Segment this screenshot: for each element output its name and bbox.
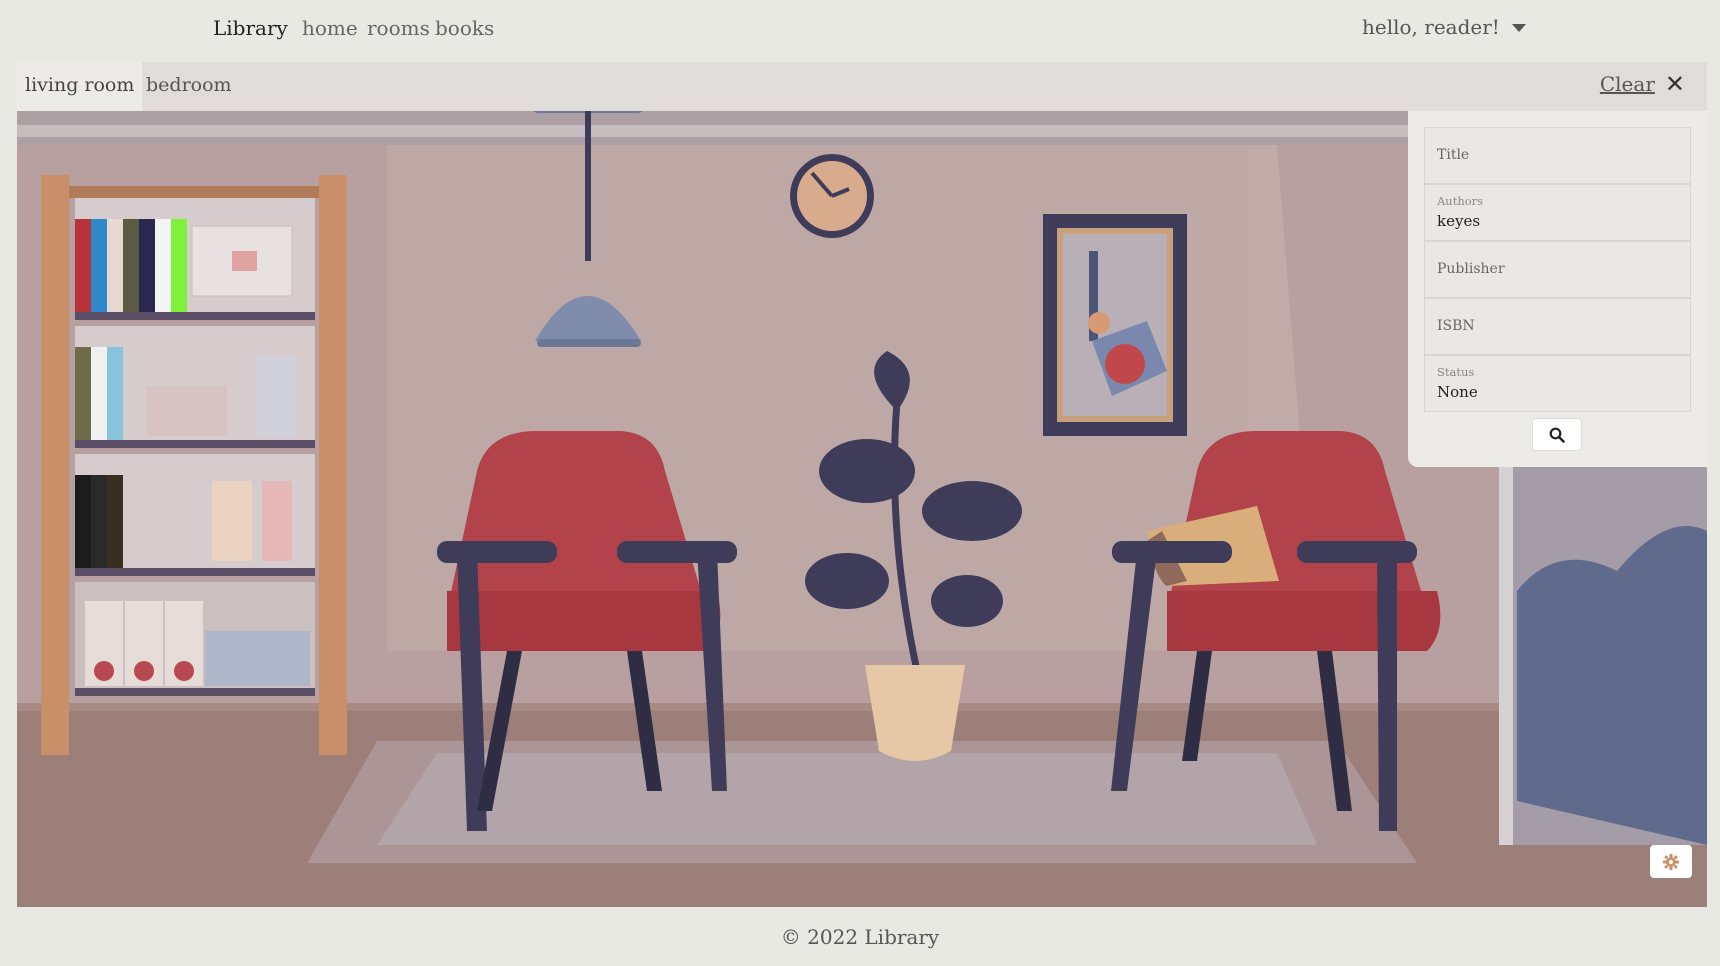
authors-value: keyes — [1437, 212, 1481, 230]
user-menu-toggle[interactable]: hello, reader! — [1362, 15, 1526, 39]
title-placeholder: Title — [1437, 147, 1470, 163]
nav-rooms-link[interactable]: rooms — [367, 16, 430, 40]
clear-button[interactable]: Clear — [1600, 72, 1655, 96]
status-value: None — [1437, 383, 1478, 401]
publisher-field[interactable]: Publisher — [1424, 241, 1691, 298]
authors-label: Authors — [1437, 194, 1484, 208]
user-greeting: hello, reader! — [1362, 15, 1500, 39]
wall-painting — [1043, 214, 1187, 436]
publisher-placeholder: Publisher — [1437, 261, 1505, 277]
search-button[interactable] — [1532, 418, 1582, 451]
tab-bedroom[interactable]: bedroom — [146, 74, 232, 96]
close-icon[interactable]: ✕ — [1665, 72, 1685, 96]
settings-button[interactable] — [1650, 845, 1692, 878]
search-icon — [1549, 427, 1565, 443]
tab-living-room[interactable]: living room — [17, 62, 143, 111]
nav-books-link[interactable]: books — [435, 16, 494, 40]
title-field[interactable]: Title — [1424, 127, 1691, 184]
chevron-down-icon — [1511, 24, 1526, 32]
gear-icon — [1662, 853, 1680, 870]
isbn-field[interactable]: ISBN — [1424, 298, 1691, 355]
status-label: Status — [1437, 365, 1475, 379]
nav-home-link[interactable]: home — [302, 16, 358, 40]
brand-link[interactable]: Library — [213, 16, 288, 40]
book-filter-panel: Title Authors keyes Publisher ISBN Statu… — [1408, 111, 1707, 467]
wall-clock — [790, 154, 874, 238]
isbn-placeholder: ISBN — [1437, 318, 1475, 334]
top-navbar: Library home rooms books hello, reader! — [0, 0, 1720, 60]
authors-field[interactable]: Authors keyes — [1424, 184, 1691, 241]
status-select[interactable]: Status None — [1424, 355, 1691, 412]
room-tabs: living room bedroom Clear ✕ — [17, 62, 1707, 111]
clear-filters: Clear ✕ — [1600, 72, 1685, 96]
footer-copyright: © 2022 Library — [780, 925, 940, 949]
bookshelf — [41, 175, 347, 755]
